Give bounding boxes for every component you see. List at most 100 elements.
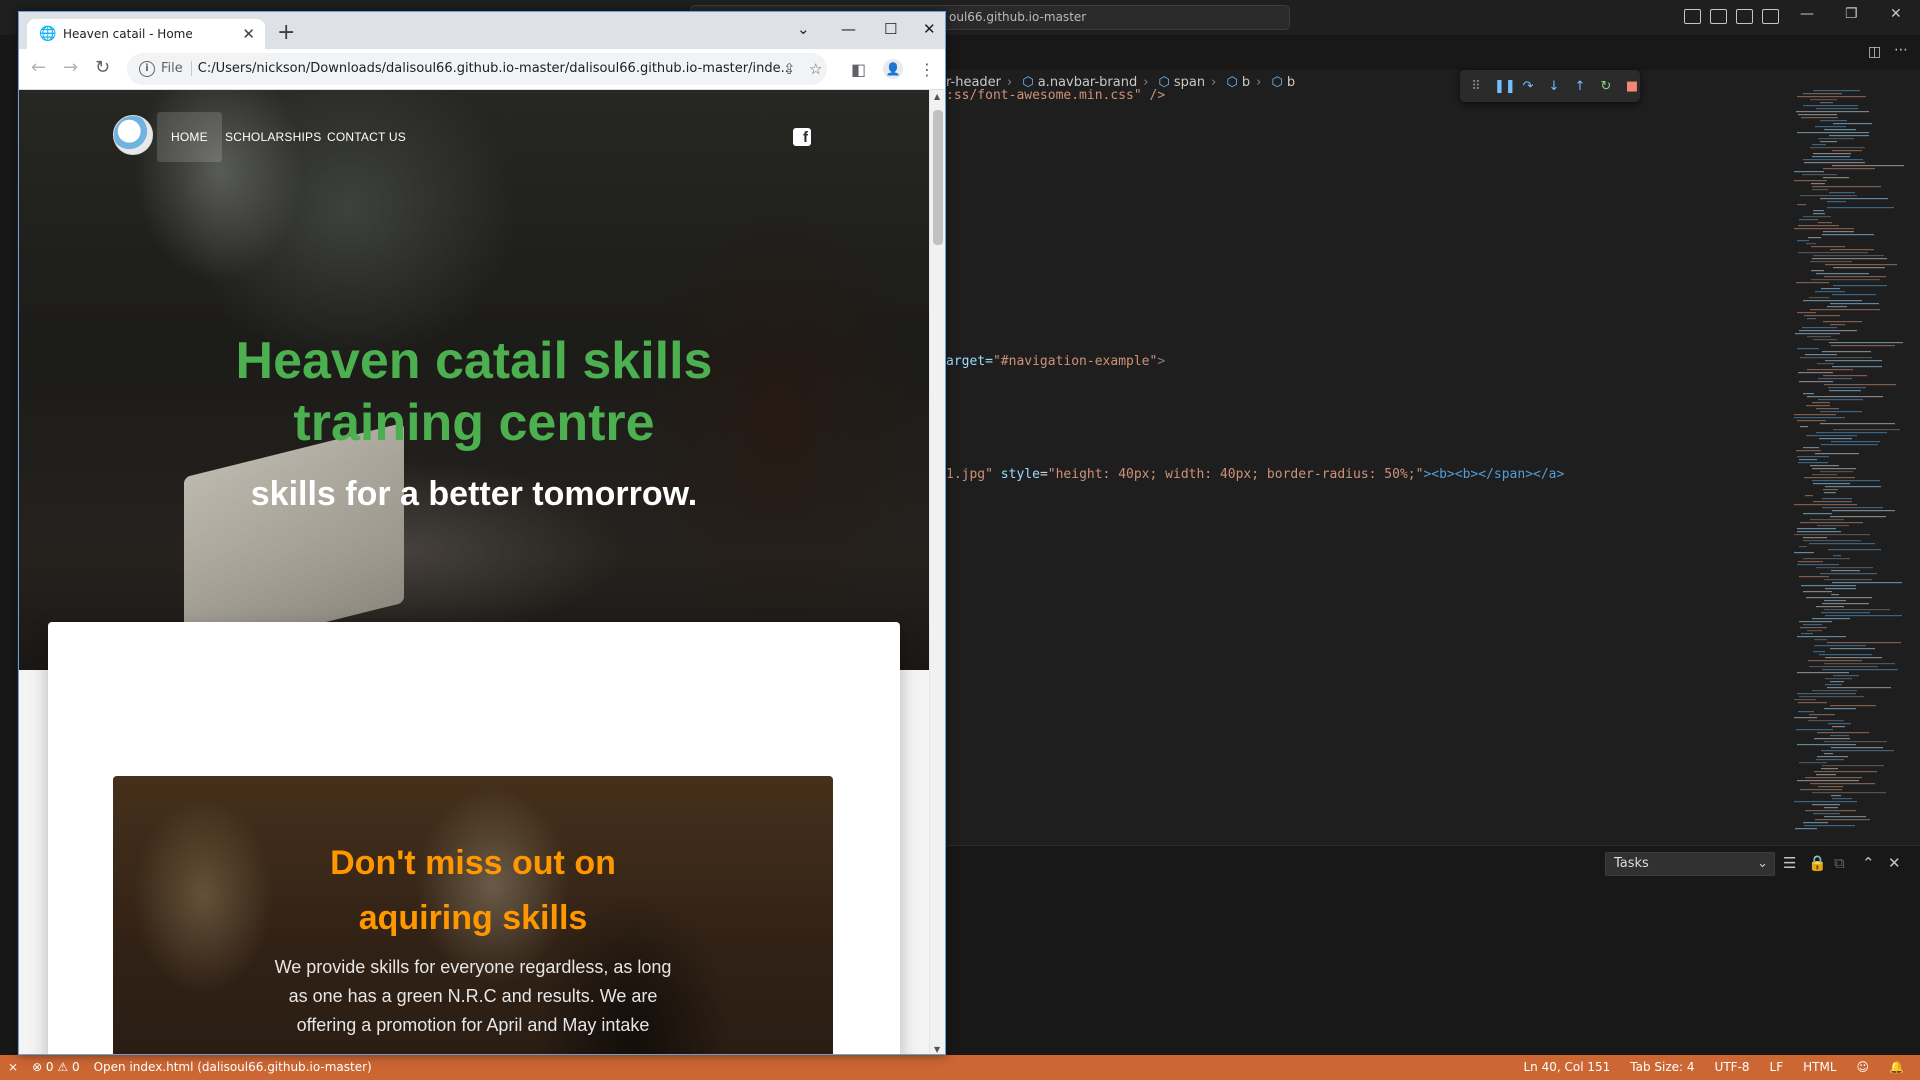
new-tab-icon[interactable]: + xyxy=(277,19,295,47)
line-ending[interactable]: LF xyxy=(1770,1055,1784,1080)
minimap-line xyxy=(1816,606,1844,608)
cursor-position[interactable]: Ln 40, Col 151 xyxy=(1524,1055,1611,1080)
toggle-primary-sidebar-icon[interactable] xyxy=(1684,9,1701,24)
code-line[interactable]: :ss/font-awesome.min.css" /> xyxy=(946,88,1165,103)
tasks-dropdown[interactable]: Tasks ⌄ xyxy=(1605,852,1775,876)
minimap-line xyxy=(1825,264,1897,266)
minimap-line xyxy=(1812,156,1850,158)
scroll-up-icon[interactable]: ▲ xyxy=(934,92,940,101)
minimap-line xyxy=(1802,174,1837,176)
close-icon[interactable]: ✕ xyxy=(1890,6,1902,22)
maximize-icon[interactable]: ☐ xyxy=(884,20,897,38)
minimap-line xyxy=(1798,114,1837,116)
code-line[interactable]: arget="#navigation-example"> xyxy=(946,354,1165,369)
minimap-line xyxy=(1794,504,1857,506)
close-icon[interactable]: ✕ xyxy=(923,20,936,38)
tab-search-icon[interactable]: ⌄ xyxy=(797,20,810,38)
customize-layout-icon[interactable] xyxy=(1762,9,1779,24)
minimap-line xyxy=(1824,600,1846,602)
minimap-line xyxy=(1812,792,1886,794)
minimap-line xyxy=(1811,183,1825,185)
page-scrollbar[interactable]: ▲ ▼ xyxy=(929,90,945,1054)
minimap-line xyxy=(1823,321,1862,323)
scrollbar-thumb[interactable] xyxy=(933,110,943,245)
restart-icon[interactable]: ↻ xyxy=(1598,79,1614,94)
restore-icon[interactable]: ❐ xyxy=(1845,6,1858,22)
minimap-line xyxy=(1809,666,1878,668)
minimap-line xyxy=(1799,330,1857,332)
minimap-line xyxy=(1833,429,1900,431)
step-over-icon[interactable]: ↷ xyxy=(1520,79,1536,94)
step-out-icon[interactable]: ↑ xyxy=(1572,79,1588,94)
minimize-icon[interactable]: — xyxy=(1800,6,1814,22)
minimap-line xyxy=(1816,567,1873,569)
problems-indicator[interactable]: ⊗ 0 ⚠ 0 xyxy=(32,1055,80,1080)
list-icon[interactable]: ☰ xyxy=(1783,854,1796,872)
site-logo[interactable] xyxy=(113,115,153,155)
tab-size[interactable]: Tab Size: 4 xyxy=(1630,1055,1694,1080)
reload-icon[interactable]: ↻ xyxy=(95,57,110,78)
code-text: ><b><b></span></a> xyxy=(1423,467,1565,482)
minimap-line xyxy=(1797,636,1846,638)
minimap-line xyxy=(1824,276,1886,278)
lock-icon[interactable]: 🔒 xyxy=(1808,854,1827,872)
clear-output-icon[interactable]: ⧉ xyxy=(1834,854,1845,872)
toggle-panel-icon[interactable] xyxy=(1710,9,1727,24)
tab-close-icon[interactable]: ✕ xyxy=(242,19,255,49)
feedback-icon[interactable]: ☺ xyxy=(1857,1055,1870,1080)
minimap-line xyxy=(1797,348,1819,350)
forward-icon[interactable]: → xyxy=(63,57,78,78)
side-panel-icon[interactable]: ◧ xyxy=(851,60,866,79)
minimap-line xyxy=(1799,576,1829,578)
split-editor-icon[interactable]: ◫ xyxy=(1868,44,1881,60)
site-info-icon[interactable]: i xyxy=(139,60,155,77)
close-panel-icon[interactable]: ✕ xyxy=(1888,854,1901,872)
minimap-line xyxy=(1812,258,1887,260)
minimize-icon[interactable]: — xyxy=(841,20,856,38)
chevron-down-icon: ⌄ xyxy=(1757,856,1768,871)
minimap-line xyxy=(1827,207,1894,209)
browser-tab[interactable]: 🌐 Heaven catail - Home ✕ xyxy=(27,19,265,49)
remote-icon[interactable]: ⨯ xyxy=(8,1055,18,1080)
share-icon[interactable]: ⇪ xyxy=(783,60,796,78)
minimap-line xyxy=(1797,531,1841,533)
step-into-icon[interactable]: ↓ xyxy=(1546,79,1562,94)
minimap-line xyxy=(1794,699,1816,701)
breadcrumb-item[interactable]: b xyxy=(1287,75,1295,90)
minimap-line xyxy=(1813,813,1840,815)
language-mode[interactable]: HTML xyxy=(1803,1055,1836,1080)
toggle-secondary-sidebar-icon[interactable] xyxy=(1736,9,1753,24)
pause-icon[interactable]: ❚❚ xyxy=(1494,79,1516,94)
scroll-down-icon[interactable]: ▼ xyxy=(934,1045,940,1054)
minimap-line xyxy=(1824,807,1838,809)
drag-handle-icon[interactable]: ⠿ xyxy=(1468,79,1484,94)
bookmark-star-icon[interactable]: ☆ xyxy=(809,60,822,78)
back-icon[interactable]: ← xyxy=(31,57,46,78)
code-line[interactable]: 1.jpg" style="height: 40px; width: 40px;… xyxy=(946,467,1564,482)
minimap-line xyxy=(1820,471,1853,473)
maximize-panel-icon[interactable]: ⌃ xyxy=(1862,854,1875,872)
more-actions-icon[interactable]: ⋯ xyxy=(1894,42,1908,58)
breadcrumb-item[interactable]: span xyxy=(1174,75,1205,90)
minimap-line xyxy=(1825,678,1852,680)
profile-icon[interactable]: 👤 xyxy=(883,59,903,79)
minimap-line xyxy=(1815,126,1846,128)
status-bar: ⨯ ⊗ 0 ⚠ 0 Open index.html (dalisoul66.gi… xyxy=(0,1055,1920,1080)
notifications-icon[interactable]: 🔔 xyxy=(1889,1055,1904,1080)
encoding[interactable]: UTF-8 xyxy=(1715,1055,1750,1080)
minimap-line xyxy=(1823,489,1838,491)
open-file-status[interactable]: Open index.html (dalisoul66.github.io-ma… xyxy=(94,1055,372,1080)
menu-kebab-icon[interactable]: ⋮ xyxy=(919,60,935,79)
minimap-line xyxy=(1797,456,1829,458)
minimap-line xyxy=(1824,609,1890,611)
breadcrumb-item[interactable]: b xyxy=(1242,75,1250,90)
stop-icon[interactable]: ■ xyxy=(1624,79,1640,94)
minimap-line xyxy=(1799,381,1833,383)
facebook-icon[interactable]: f xyxy=(793,128,811,146)
minimap[interactable] xyxy=(1790,90,1910,850)
nav-contact-us[interactable]: CONTACT US xyxy=(313,112,420,162)
minimap-line xyxy=(1797,693,1856,695)
minimap-line xyxy=(1797,564,1839,566)
minimap-line xyxy=(1824,708,1856,710)
address-bar[interactable]: i File C:/Users/nickson/Downloads/dalisoul… xyxy=(127,53,827,85)
